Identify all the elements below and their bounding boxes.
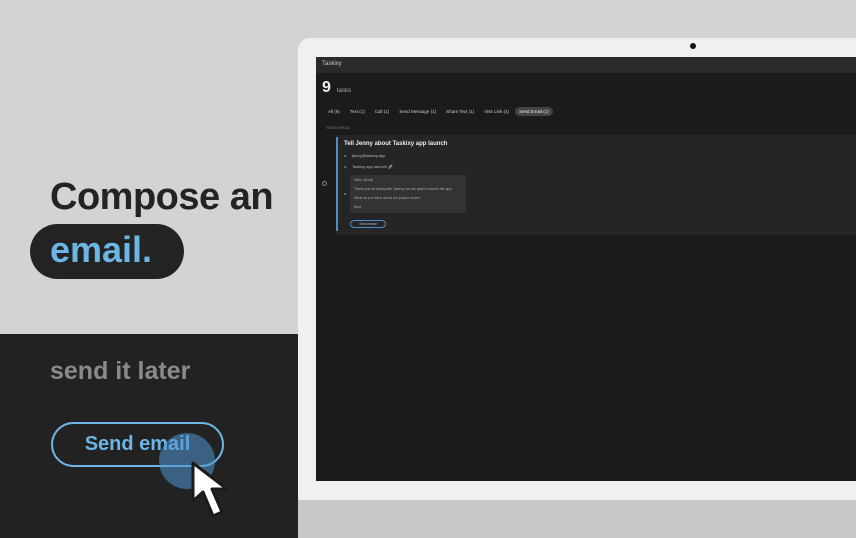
laptop-base xyxy=(298,500,856,538)
task-card-accent xyxy=(336,137,338,231)
tab-send-message[interactable]: Send Message (1) xyxy=(395,107,440,116)
email-body-line: Hello Jenny! xyxy=(354,178,374,182)
tab-visit-link[interactable]: Visit Link (4) xyxy=(480,107,513,116)
webcam-icon xyxy=(690,43,696,49)
message-icon: ● xyxy=(344,191,347,196)
email-body-line: What do you think about our project news… xyxy=(354,196,421,200)
tab-all[interactable]: All (9) xyxy=(324,107,344,116)
filter-tabs: All (9) Text (1) Call (1) Send Message (… xyxy=(324,107,553,116)
promo-subline: send it later xyxy=(50,357,191,385)
tab-share-text[interactable]: Share Text (1) xyxy=(442,107,478,116)
task-count: 9 xyxy=(322,79,331,96)
mouse-cursor-icon xyxy=(191,461,229,518)
tab-text[interactable]: Text (1) xyxy=(346,107,369,116)
tab-call[interactable]: Call (1) xyxy=(371,107,394,116)
app-screen: Taskixy 9 tasks All (9) Text (1) Call (1… xyxy=(316,57,856,481)
app-title: Taskixy xyxy=(322,61,342,67)
email-body[interactable]: Hello Jenny! Thank you for being with Ta… xyxy=(350,175,466,213)
promo-headline: Compose an xyxy=(50,176,274,218)
section-label: SEND EMAIL xyxy=(326,125,351,130)
email-subject[interactable]: Taskixy app launch! 🚀 xyxy=(352,164,393,169)
promo-highlight-text: email. xyxy=(50,229,153,270)
task-title: Tell Jenny about Taskixy app launch xyxy=(344,141,448,147)
app-titlebar: Taskixy xyxy=(316,57,856,73)
task-send-email-button[interactable]: Send email xyxy=(350,220,386,228)
email-recipient[interactable]: jenny@taskixy.app xyxy=(352,153,385,158)
task-count-label: tasks xyxy=(337,88,352,94)
tab-send-email[interactable]: Send Email (1) xyxy=(514,107,553,116)
email-body-line: Best xyxy=(354,205,362,209)
subject-icon: ● xyxy=(344,164,347,169)
task-complete-checkbox[interactable] xyxy=(322,181,327,186)
person-icon: ● xyxy=(344,153,347,158)
email-body-line: Thank you for being with Taskixy we are … xyxy=(354,187,453,191)
